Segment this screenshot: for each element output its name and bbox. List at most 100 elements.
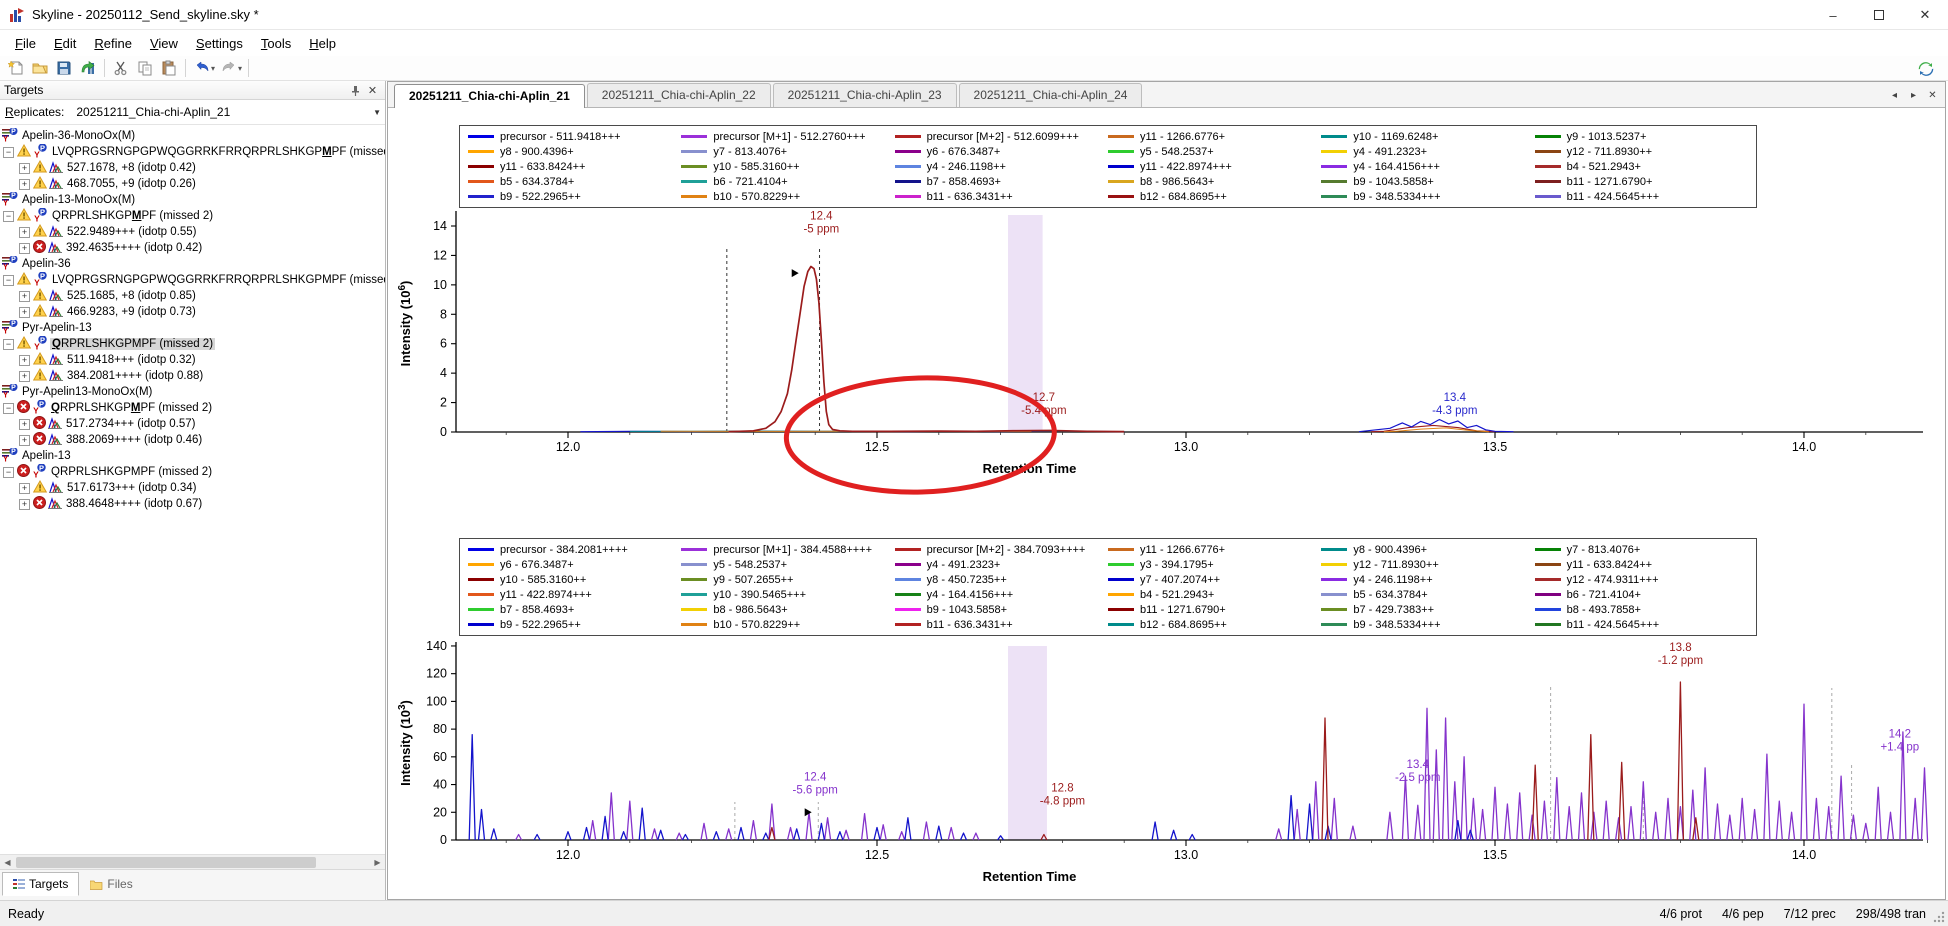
transition-row[interactable]: +384.2081++++ (idotp 0.88): [0, 368, 385, 384]
svg-text:Y: Y: [33, 470, 39, 479]
transition-row[interactable]: +517.6173+++ (idotp 0.34): [0, 480, 385, 496]
expander-icon[interactable]: −: [3, 211, 14, 222]
chart-tab-4[interactable]: 20251211_Chia-chi-Aplin_24: [959, 83, 1143, 107]
legend-entry: b5 - 634.3784+: [1321, 587, 1534, 602]
close-button[interactable]: ✕: [1902, 0, 1948, 30]
menu-view[interactable]: View: [141, 32, 187, 55]
legend-entry: precursor [M+1] - 512.2760+++: [681, 129, 894, 144]
protein-row[interactable]: PYPyr-Apelin13-MonoOx(M): [0, 384, 385, 400]
expander-icon[interactable]: +: [19, 227, 30, 238]
peptide-row[interactable]: −PYQRPRLSHKGPMPF (missed 2): [0, 464, 385, 480]
expander-icon[interactable]: −: [3, 147, 14, 158]
new-document-button[interactable]: [4, 57, 28, 79]
svg-text:13.5: 13.5: [1483, 440, 1507, 454]
expander-icon[interactable]: −: [3, 275, 14, 286]
scroll-left-arrow[interactable]: ◀: [0, 855, 15, 870]
tab-scroll-right-icon[interactable]: ▸: [1905, 87, 1922, 103]
transition-row[interactable]: +392.4635++++ (idotp 0.42): [0, 240, 385, 256]
warning-icon: [33, 368, 47, 384]
transition-row[interactable]: +388.2069++++ (idotp 0.46): [0, 432, 385, 448]
scrollbar-thumb[interactable]: [16, 857, 316, 868]
svg-text:Y: Y: [33, 406, 39, 415]
legend-entry: b6 - 721.4104+: [1535, 587, 1748, 602]
close-panel-icon[interactable]: ✕: [364, 83, 381, 98]
transition-row[interactable]: +388.4648++++ (idotp 0.67): [0, 496, 385, 512]
open-file-button[interactable]: [28, 57, 52, 79]
expander-icon[interactable]: +: [19, 483, 30, 494]
redo-caret[interactable]: ▾: [238, 64, 242, 73]
menu-edit[interactable]: Edit: [45, 32, 85, 55]
scroll-right-arrow[interactable]: ▶: [370, 855, 385, 870]
minimize-button[interactable]: –: [1810, 0, 1856, 30]
legend-entry: b11 - 424.5645+++: [1535, 617, 1748, 632]
protein-row[interactable]: PYApelin-13: [0, 448, 385, 464]
svg-text:Y: Y: [34, 150, 40, 159]
peptide-row[interactable]: −PYQRPRLSHKGPMPF (missed 2): [0, 336, 385, 352]
transition-row[interactable]: +525.1685, +8 (idotp 0.85): [0, 288, 385, 304]
tab-scroll-left-icon[interactable]: ◂: [1886, 87, 1903, 103]
expander-icon[interactable]: +: [19, 499, 30, 510]
legend-entry: b9 - 348.5334+++: [1321, 617, 1534, 632]
ui-mode-icon[interactable]: [1914, 58, 1938, 80]
import-results-button[interactable]: [76, 57, 100, 79]
peak-annotation: -4.8 ppm: [1040, 795, 1085, 807]
peptide-row[interactable]: −PYQRPRLSHKGPMPF (missed 2): [0, 208, 385, 224]
expander-icon[interactable]: +: [19, 307, 30, 318]
expander-icon[interactable]: +: [19, 243, 30, 254]
expander-icon[interactable]: +: [19, 291, 30, 302]
pin-icon[interactable]: [347, 83, 364, 98]
menu-refine[interactable]: Refine: [85, 32, 141, 55]
menu-file[interactable]: File: [6, 32, 45, 55]
protein-row[interactable]: PYApelin-13-MonoOx(M): [0, 192, 385, 208]
expander-icon[interactable]: +: [19, 355, 30, 366]
chart-tab-3[interactable]: 20251211_Chia-chi-Aplin_23: [773, 83, 957, 107]
chevron-down-icon: ▼: [373, 108, 381, 117]
transition-row[interactable]: +517.2734+++ (idotp 0.57): [0, 416, 385, 432]
undo-caret[interactable]: ▾: [211, 64, 215, 73]
replicates-dropdown[interactable]: 20251211_Chia-chi-Aplin_21 ▼: [72, 102, 383, 122]
paste-button[interactable]: [157, 57, 181, 79]
targets-bottom-tab-files[interactable]: Files: [79, 872, 143, 896]
save-button[interactable]: [52, 57, 76, 79]
error-icon: [17, 400, 30, 416]
expander-icon[interactable]: +: [19, 179, 30, 190]
legend-entry: b7 - 858.4693+: [468, 602, 681, 617]
transition-row[interactable]: +522.9489+++ (idotp 0.55): [0, 224, 385, 240]
legend-entry: y10 - 585.3160++: [468, 572, 681, 587]
protein-row[interactable]: PYPyr-Apelin-13: [0, 320, 385, 336]
svg-text:40: 40: [433, 778, 447, 792]
peptide-row[interactable]: −PYQRPRLSHKGPMPF (missed 2): [0, 400, 385, 416]
expander-icon[interactable]: +: [19, 371, 30, 382]
menu-tools[interactable]: Tools: [252, 32, 300, 55]
targets-bottom-tab-targets[interactable]: Targets: [2, 872, 79, 896]
transition-row[interactable]: +466.9283, +9 (idotp 0.73): [0, 304, 385, 320]
expander-icon[interactable]: −: [3, 339, 14, 350]
maximize-button[interactable]: [1856, 0, 1902, 30]
horizontal-scrollbar[interactable]: ◀ ▶: [0, 854, 385, 869]
copy-button[interactable]: [133, 57, 157, 79]
peptide-row[interactable]: −PYLVQPRGSRNGPGPWQGGRRKFRRQRPRLSHKGPMPF …: [0, 144, 385, 160]
resize-grip[interactable]: [1932, 910, 1946, 924]
transition-row[interactable]: +527.1678, +8 (idotp 0.42): [0, 160, 385, 176]
menu-help[interactable]: Help: [300, 32, 345, 55]
protein-row[interactable]: PYApelin-36-MonoOx(M): [0, 128, 385, 144]
expander-icon[interactable]: +: [19, 419, 30, 430]
expander-icon[interactable]: +: [19, 163, 30, 174]
transition-row[interactable]: +468.7055, +9 (idotp 0.26): [0, 176, 385, 192]
svg-text:120: 120: [426, 667, 447, 681]
expander-icon[interactable]: +: [19, 435, 30, 446]
transition-row[interactable]: +511.9418+++ (idotp 0.32): [0, 352, 385, 368]
cut-button[interactable]: [109, 57, 133, 79]
tab-close-icon[interactable]: ✕: [1924, 87, 1941, 103]
chromatogram-icon: [49, 480, 63, 496]
chart-tab-1[interactable]: 20251211_Chia-chi-Aplin_21: [394, 84, 585, 108]
transition-label: 522.9489+++ (idotp 0.55): [65, 226, 198, 238]
menu-settings[interactable]: Settings: [187, 32, 252, 55]
expander-icon[interactable]: −: [3, 467, 14, 478]
expander-icon[interactable]: −: [3, 403, 14, 414]
protein-row[interactable]: PYApelin-36: [0, 256, 385, 272]
svg-text:P: P: [11, 257, 16, 264]
legend-entry: y4 - 491.2323+: [1321, 144, 1534, 159]
chart-tab-2[interactable]: 20251211_Chia-chi-Aplin_22: [587, 83, 771, 107]
peptide-row[interactable]: −PYLVQPRGSRNGPGPWQGGRRKFRRQRPRLSHKGPMPF …: [0, 272, 385, 288]
